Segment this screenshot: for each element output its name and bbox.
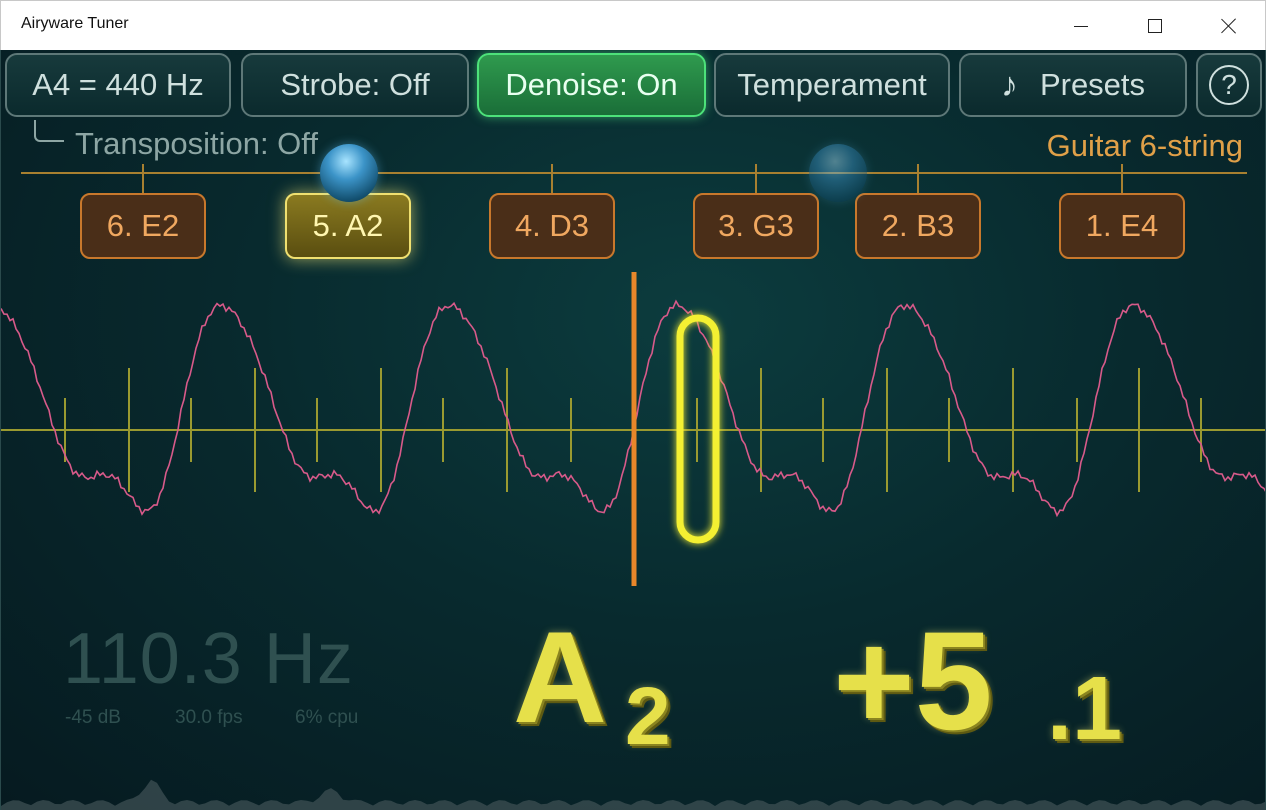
string-label: 1. E4 [1085, 208, 1159, 243]
reference-pitch-label: A4 = 440 Hz [32, 67, 204, 102]
string-button-4[interactable]: 4. D3 [489, 193, 615, 259]
cents-offset: +5 [833, 602, 993, 759]
string-tick [142, 164, 144, 194]
denoise-button[interactable]: Denoise: On [477, 53, 706, 117]
denoise-label: Denoise: On [505, 67, 678, 102]
level-readout: -45 dB [65, 707, 121, 728]
pitch-bubble-indicator-faded [809, 144, 867, 202]
window-title: Airyware Tuner [21, 15, 129, 32]
pitch-bubble-indicator [320, 144, 378, 202]
presets-label: Presets [1039, 67, 1146, 102]
spectrum-shape [1, 779, 1265, 810]
string-tick [551, 164, 553, 194]
cpu-readout: 6% cpu [295, 707, 359, 728]
transposition-label[interactable]: Transposition: Off [75, 126, 318, 162]
frequency-readout: 110.3 Hz [63, 619, 354, 699]
tuner-app: A4 = 440 Hz Strobe: Off Denoise: On Temp… [0, 50, 1266, 810]
string-button-5[interactable]: 5. A2 [285, 193, 411, 259]
fps-readout: 30.0 fps [175, 707, 243, 728]
detected-note-letter: A [513, 604, 607, 750]
spectrum-display [1, 779, 1265, 810]
temperament-button[interactable]: Temperament [714, 53, 950, 117]
close-icon [1221, 18, 1237, 34]
minimize-button[interactable] [1049, 1, 1113, 51]
temperament-label: Temperament [737, 67, 927, 102]
string-tick [1121, 164, 1123, 194]
string-label: 5. A2 [312, 208, 384, 243]
string-button-1[interactable]: 1. E4 [1059, 193, 1185, 259]
string-label: 3. G3 [718, 208, 794, 243]
presets-button[interactable]: ♪ Presets [959, 53, 1187, 117]
preset-name[interactable]: Guitar 6-string [1047, 128, 1243, 164]
waveform-scope [1, 272, 1265, 586]
string-tick [755, 164, 757, 194]
string-label: 2. B3 [881, 208, 955, 243]
help-button[interactable]: ? [1196, 53, 1262, 117]
transposition-connector [34, 120, 64, 142]
string-tick [917, 164, 919, 194]
help-label: ? [1221, 69, 1237, 100]
maximize-button[interactable] [1123, 1, 1187, 51]
string-selector-rail [21, 172, 1247, 174]
string-button-3[interactable]: 3. G3 [693, 193, 819, 259]
strobe-label: Strobe: Off [280, 67, 430, 102]
reference-pitch-button[interactable]: A4 = 440 Hz [5, 53, 231, 117]
music-note-icon: ♪ [1000, 65, 1018, 104]
string-label: 4. D3 [514, 208, 590, 243]
string-label: 6. E2 [106, 208, 180, 243]
string-button-2[interactable]: 2. B3 [855, 193, 981, 259]
strobe-button[interactable]: Strobe: Off [241, 53, 469, 117]
title-bar: Airyware Tuner [0, 0, 1266, 50]
close-button[interactable] [1197, 1, 1261, 51]
help-icon: ? [1209, 65, 1249, 105]
maximize-icon [1148, 19, 1162, 33]
string-button-6[interactable]: 6. E2 [80, 193, 206, 259]
cents-offset-fraction: .1 [1047, 659, 1123, 759]
minimize-icon [1074, 25, 1088, 27]
detected-note-octave: 2 [625, 671, 671, 762]
